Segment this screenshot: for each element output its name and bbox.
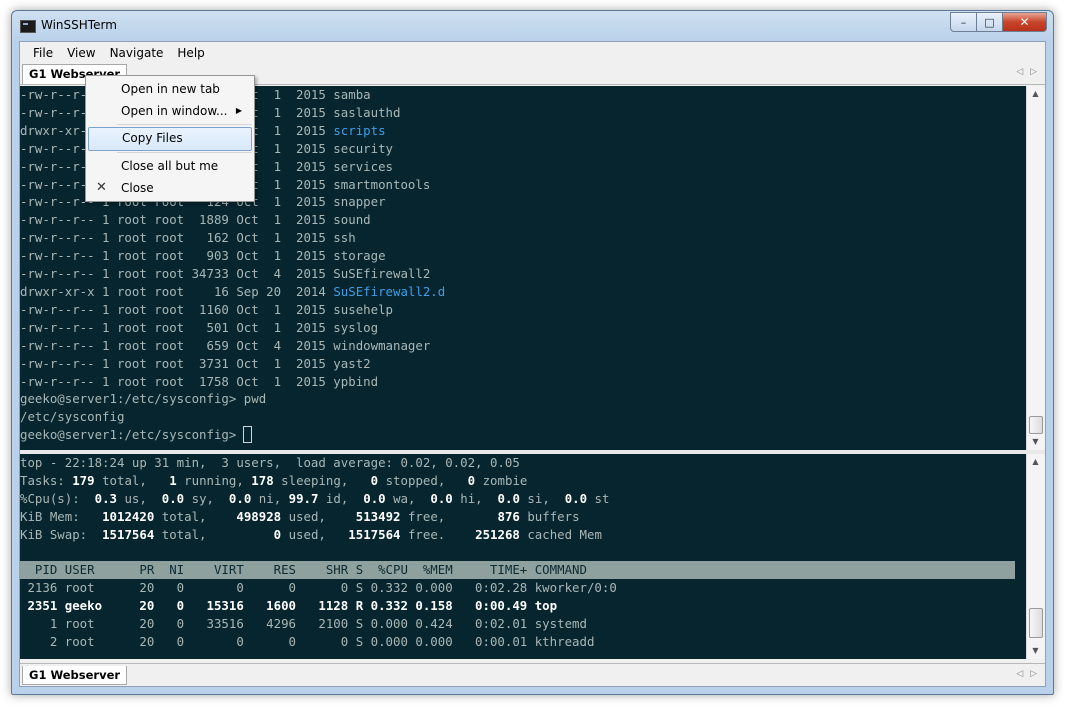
listing-row: -rw-r--r-- 1 root root 1160 Oct 1 2015 s… [20,301,393,317]
listing-row: -rw-r--r-- 1 root root 1889 Oct 1 2015 s… [20,212,371,228]
scroll-down-icon[interactable]: ▼ [1027,643,1044,659]
bottom-tab-bar: G1 Webserver ◁ ▷ [20,663,1045,686]
listing-row: -rw-r--r-- 1 root root 3731 Oct 1 2015 y… [20,355,371,371]
maximize-button[interactable]: □ [977,12,1003,32]
tab-scroll-arrows-icon[interactable]: ◁ ▷ [1016,669,1039,679]
process-row: 2 root 20 0 0 0 0 S 0.000 0.000 0:00.01 … [20,634,595,650]
menu-item-label: Copy Files [122,131,183,145]
menu-item-label: Close all but me [121,159,219,173]
close-icon: ✕ [96,180,107,195]
process-row: 2351 geeko 20 0 15316 1600 1128 R 0.332 … [20,598,558,614]
listing-row: -rw-r--r-- 1 root root 34733 Oct 4 2015 … [20,266,431,282]
process-row: 1 root 20 0 33516 4296 2100 S 0.000 0.42… [20,616,587,632]
current-prompt: geeko@server1:/etc/sysconfig> [20,427,244,443]
listing-row: -rw-r--r-- 1 root root 162 Oct 1 2015 ss… [20,230,356,246]
window-title: WinSSHTerm [41,18,117,32]
menu-item-close-all-but-me[interactable]: Close all but me [88,155,252,177]
title-bar[interactable]: WinSSHTerm – □ ✕ [12,11,1053,41]
scroll-down-icon[interactable]: ▼ [1027,434,1044,450]
menu-item-label: Open in window... [121,104,228,118]
menu-help[interactable]: Help [170,43,211,63]
scroll-up-icon[interactable]: ▲ [1027,454,1044,470]
menu-item-copy-files[interactable]: Copy Files [88,127,252,151]
menu-item-label: Open in new tab [121,82,220,96]
scroll-thumb[interactable] [1029,416,1043,434]
menu-bar: File View Navigate Help [20,42,1045,64]
process-table-header: PID USER PR NI VIRT RES SHR S %CPU %MEM … [20,561,1015,580]
scroll-up-icon[interactable]: ▲ [1027,86,1044,102]
listing-row: -rw-r--r-- 1 root root 501 Oct 1 2015 sy… [20,319,379,335]
menu-item-close[interactable]: ✕ Close [88,177,252,199]
close-button[interactable]: ✕ [1003,12,1047,32]
prompt-line: /etc/sysconfig [20,409,125,425]
tab-context-menu: Open in new tab Open in window... ▶ Copy … [85,75,255,202]
menu-separator [117,152,252,153]
listing-row: -rw-r--r-- 1 root root 1758 Oct 1 2015 y… [20,373,379,389]
listing-row: -rw-r--r-- 1 root root 659 Oct 4 2015 wi… [20,337,431,353]
submenu-arrow-icon: ▶ [235,106,242,115]
menu-separator [117,124,252,125]
menu-item-label: Close [121,181,154,195]
directory-name: scripts [333,122,386,138]
menu-item-open-in-window[interactable]: Open in window... ▶ [88,100,252,122]
menu-item-open-in-new-tab[interactable]: Open in new tab [88,78,252,100]
terminal-bottom[interactable]: top - 22:18:24 up 31 min, 3 users, load … [20,454,1044,659]
prompt-line: geeko@server1:/etc/sysconfig> pwd [20,391,267,407]
terminal-app-icon [20,20,36,33]
tab-g1-webserver-bottom[interactable]: G1 Webserver [22,666,128,685]
menu-file[interactable]: File [26,43,60,63]
terminal-bottom-scrollbar[interactable]: ▲ ▼ [1026,454,1044,659]
menu-navigate[interactable]: Navigate [103,43,171,63]
terminal-top-scrollbar[interactable]: ▲ ▼ [1026,86,1044,450]
minimize-button[interactable]: – [950,12,977,32]
directory-name: SuSEfirewall2.d [333,283,446,299]
cursor-icon [242,426,253,444]
listing-row: -rw-r--r-- 1 root root 903 Oct 1 2015 st… [20,248,386,264]
tab-scroll-arrows-icon[interactable]: ◁ ▷ [1016,67,1039,77]
process-row: 2136 root 20 0 0 0 0 S 0.332 0.000 0:02.… [20,580,617,596]
menu-view[interactable]: View [60,43,102,63]
scroll-thumb[interactable] [1029,608,1043,638]
terminal-bottom-output[interactable]: top - 22:18:24 up 31 min, 3 users, load … [20,454,1044,651]
listing-row: drwxr-xr-x 1 root root 16 Sep 20 2014 Su… [20,283,446,299]
